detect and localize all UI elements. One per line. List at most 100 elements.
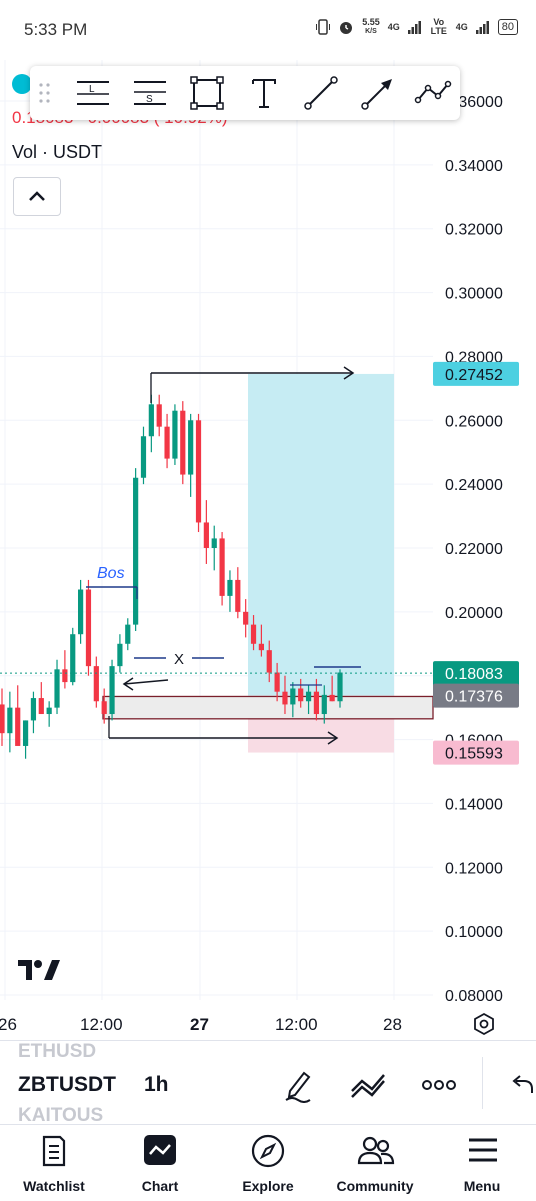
y-axis-label: 0.14000 <box>445 796 503 813</box>
candle-body <box>140 436 147 478</box>
price-tag-value: 0.15593 <box>445 746 503 763</box>
left-arrow <box>123 679 169 685</box>
price-tag-value: 0.27452 <box>445 367 503 384</box>
path-tool-icon[interactable] <box>414 74 452 112</box>
candle-body <box>93 666 99 702</box>
arrow-tool-icon[interactable] <box>359 74 397 112</box>
signal1-icon <box>407 21 421 34</box>
candle-body <box>305 691 312 702</box>
volume-legend: Vol · USDT <box>12 142 103 162</box>
candle-body <box>243 611 249 625</box>
candle-body <box>227 579 233 596</box>
chart-settings-icon[interactable] <box>472 1012 496 1036</box>
rectangle-tool-icon[interactable] <box>188 74 226 112</box>
candle-body <box>290 688 296 705</box>
more-icon[interactable] <box>422 1079 456 1091</box>
drag-handle-icon[interactable] <box>38 81 52 105</box>
candle-body <box>180 410 186 475</box>
indicators-icon[interactable] <box>350 1071 388 1099</box>
long-position-tool-icon[interactable]: L <box>74 74 112 112</box>
short-position-tool-icon[interactable]: S <box>131 74 169 112</box>
y-axis-label: 0.10000 <box>445 924 503 941</box>
candle-body <box>46 707 52 715</box>
y-axis-label: 0.12000 <box>445 860 503 877</box>
nav-label-explore: Explore <box>242 1178 294 1194</box>
undo-icon[interactable] <box>510 1073 534 1095</box>
y-axis-label: 0.26000 <box>445 413 503 430</box>
nav-community[interactable]: Community <box>325 1125 425 1201</box>
candle-body <box>164 426 170 459</box>
candle-body <box>156 404 162 427</box>
status-time: 5:33 PM <box>24 20 88 39</box>
trend-line-tool-icon[interactable] <box>302 74 340 112</box>
y-axis-label: 0.34000 <box>445 158 503 175</box>
tradingview-logo <box>16 956 64 989</box>
text-tool-icon[interactable] <box>245 74 283 112</box>
candle-body <box>219 538 225 596</box>
candle-body <box>235 579 241 612</box>
y-axis-label: 0.22000 <box>445 541 503 558</box>
candle-body <box>22 720 29 746</box>
candle-body <box>329 694 335 702</box>
net1-label: 4G <box>387 21 400 32</box>
y-axis-label: 0.20000 <box>445 605 503 622</box>
drawing-toolbar: L S <box>30 66 460 120</box>
candle-body <box>7 707 13 734</box>
x-axis-label: 26 <box>0 1015 17 1034</box>
community-icon <box>357 1136 395 1165</box>
candle-body <box>321 694 327 715</box>
nav-label-chart: Chart <box>141 1178 179 1194</box>
divider <box>482 1057 483 1109</box>
signal2-icon <box>475 21 489 34</box>
candle-body <box>195 420 202 523</box>
prev-symbol[interactable]: ETHUSD <box>18 1041 96 1063</box>
nav-menu[interactable]: Menu <box>432 1125 532 1201</box>
candle-body <box>117 643 123 667</box>
candle-body <box>133 477 139 625</box>
nav-label-menu: Menu <box>463 1178 501 1194</box>
candle-body <box>54 669 60 708</box>
x-mark-label: X <box>174 651 184 668</box>
y-axis-label: 0.30000 <box>445 286 503 303</box>
net2-label: 4G <box>455 21 468 32</box>
target-zone <box>248 373 394 696</box>
nav-chart[interactable]: Chart <box>110 1125 210 1201</box>
candle-body <box>38 698 44 715</box>
candle-body <box>258 643 264 651</box>
battery-indicator: 80 <box>497 19 518 35</box>
current-symbol[interactable]: ZBTUSDT <box>18 1073 116 1097</box>
bos-label: Bos <box>97 565 125 582</box>
nav-watchlist[interactable]: Watchlist <box>4 1125 104 1201</box>
x-axis-label: 27 <box>190 1015 209 1034</box>
x-axis-label: 28 <box>383 1015 402 1034</box>
y-axis-label: 0.32000 <box>445 222 503 239</box>
x-axis-label: 12:00 <box>275 1015 318 1034</box>
status-bar: 5:33 PM 5.55 K/S 4G Vo LTE 4G 80 <box>0 0 536 60</box>
candle-body <box>203 522 209 548</box>
symbol-logo-icon <box>12 74 32 94</box>
bottom-navigation: Watchlist Chart Explore Community Menu <box>0 1124 536 1201</box>
alarm-icon <box>340 22 353 34</box>
candle-body <box>70 634 76 683</box>
chevron-up-icon <box>29 191 45 201</box>
net-speed: 5.55 K/S <box>362 17 380 36</box>
candle-body <box>313 691 320 715</box>
candle-body <box>85 589 92 667</box>
candle-body <box>211 538 217 548</box>
symbol-bar: ETHUSD ZBTUSDT 1h KAITOUS <box>0 1040 536 1126</box>
candle-body <box>172 410 178 459</box>
chart-icon <box>144 1135 176 1165</box>
candle-body <box>266 650 272 673</box>
y-axis-label: 0.24000 <box>445 477 503 494</box>
candle-body <box>250 624 257 644</box>
candle-body <box>62 669 68 683</box>
price-tag-value: 0.18083 <box>445 666 503 683</box>
svg-text:S: S <box>146 94 153 105</box>
nav-explore[interactable]: Explore <box>218 1125 318 1201</box>
candle-body <box>101 701 107 715</box>
vibrate-icon <box>316 19 331 35</box>
interval-selector[interactable]: 1h <box>144 1073 169 1097</box>
price-chart[interactable]: BosX0.360000.340000.320000.300000.280000… <box>0 60 536 1040</box>
pencil-icon[interactable] <box>282 1067 314 1103</box>
collapse-legend-button[interactable] <box>13 177 61 216</box>
